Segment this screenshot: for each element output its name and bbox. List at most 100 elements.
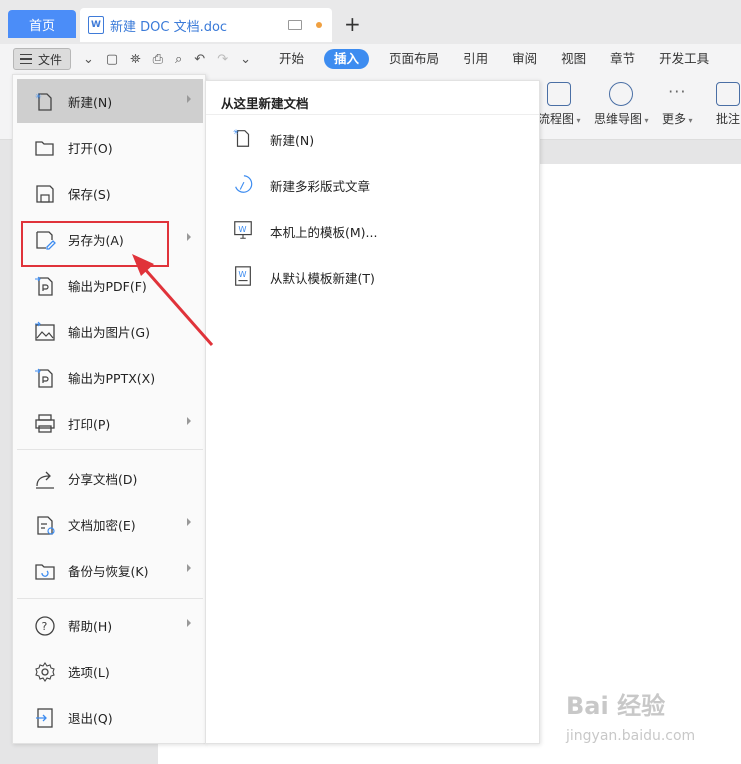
flowchart-label: 流程图 bbox=[538, 112, 575, 126]
submenu-label-local-template: 本机上的模板(M)... bbox=[270, 224, 378, 240]
tab-review[interactable]: 审阅 bbox=[500, 49, 549, 69]
red-arrow-icon bbox=[132, 254, 214, 346]
new-submenu: 从这里新建文档 ✳ 新建(N) 新建多彩版式文章 W 本机上的模板(M)... … bbox=[205, 80, 540, 744]
more-icon: ··· bbox=[668, 82, 687, 101]
svg-text:✳: ✳ bbox=[35, 92, 42, 101]
more-label: 更多 bbox=[662, 112, 687, 126]
local-template-icon: W bbox=[232, 219, 254, 243]
menu-label-new: 新建(N) bbox=[68, 94, 113, 110]
menu-item-new[interactable]: ✳ 新建(N) bbox=[17, 79, 203, 123]
submenu-item-local-template[interactable]: W 本机上的模板(M)... bbox=[232, 216, 377, 246]
backup-icon bbox=[34, 560, 55, 580]
undo-icon[interactable]: ↶ bbox=[194, 52, 205, 67]
print-icon[interactable]: ⎙ bbox=[153, 52, 163, 67]
mindmap-icon bbox=[609, 82, 634, 106]
file-menu: ✳ 新建(N) 打开(O) 保存(S) 另存为(A) 输出为PDF(F) 输出为… bbox=[12, 74, 206, 744]
submenu-item-new[interactable]: ✳ 新建(N) bbox=[232, 124, 314, 154]
help-icon: ? bbox=[34, 615, 55, 636]
submenu-arrow-icon bbox=[187, 95, 191, 103]
print-preview-icon[interactable]: ⌕ bbox=[175, 52, 182, 67]
flowchart-button[interactable]: 流程图 ▾ bbox=[538, 82, 581, 127]
default-template-icon: W bbox=[232, 265, 254, 289]
tab-section[interactable]: 章节 bbox=[598, 49, 647, 69]
colorful-article-icon bbox=[232, 173, 254, 197]
tab-bar: 首页 W 新建 DOC 文档.doc + bbox=[0, 0, 741, 46]
redo-icon[interactable]: ↷ bbox=[217, 52, 228, 67]
tab-view[interactable]: 视图 bbox=[549, 49, 598, 69]
menu-label-export-pptx: 输出为PPTX(X) bbox=[68, 370, 156, 386]
folder-icon bbox=[34, 137, 54, 157]
tab-page-layout[interactable]: 页面布局 bbox=[377, 49, 451, 69]
tab-home[interactable]: 首页 bbox=[8, 10, 76, 38]
submenu-title: 从这里新建文档 bbox=[221, 96, 309, 111]
unsaved-dot-icon bbox=[316, 22, 322, 28]
dropdown-icon[interactable]: ⌄ bbox=[83, 52, 94, 67]
comment-icon bbox=[716, 82, 740, 106]
exit-icon bbox=[34, 707, 54, 728]
svg-text:W: W bbox=[238, 269, 246, 279]
menu-item-save[interactable]: 保存(S) bbox=[17, 171, 203, 215]
gear-icon bbox=[34, 661, 55, 682]
flowchart-icon bbox=[547, 82, 572, 106]
menu-item-encrypt[interactable]: 文档加密(E) bbox=[17, 502, 203, 546]
menu-item-print[interactable]: 打印(P) bbox=[17, 401, 203, 445]
tab-references[interactable]: 引用 bbox=[451, 49, 500, 69]
menu-item-exit[interactable]: 退出(Q) bbox=[17, 695, 203, 739]
submenu-item-default-template[interactable]: W 从默认模板新建(T) bbox=[232, 262, 375, 292]
submenu-arrow-icon bbox=[187, 564, 191, 572]
save-icon bbox=[34, 183, 54, 203]
watermark-logo: Bai 经验 bbox=[566, 692, 666, 720]
menu-label-exit: 退出(Q) bbox=[68, 710, 113, 726]
pdf-icon bbox=[34, 275, 54, 296]
quick-access-bar: ⌄ ▢ ⛯ ⎙ ⌕ ↶ ↷ ⌄ bbox=[77, 52, 257, 67]
menu-divider bbox=[17, 598, 203, 599]
menu-item-options[interactable]: 选项(L) bbox=[17, 649, 203, 693]
submenu-label-colorful-article: 新建多彩版式文章 bbox=[270, 178, 371, 194]
svg-text:W: W bbox=[238, 224, 246, 234]
menu-label-print: 打印(P) bbox=[68, 416, 111, 432]
customize-icon[interactable]: ⌄ bbox=[240, 52, 251, 67]
more-button[interactable]: ··· 更多 ▾ bbox=[662, 82, 693, 127]
print-icon bbox=[34, 413, 55, 433]
tab-insert[interactable]: 插入 bbox=[324, 49, 370, 69]
svg-text:?: ? bbox=[42, 620, 48, 633]
submenu-arrow-icon bbox=[187, 619, 191, 627]
tab-developer[interactable]: 开发工具 bbox=[647, 49, 721, 69]
menu-divider bbox=[17, 449, 203, 450]
submenu-divider bbox=[206, 114, 539, 115]
ribbon-tabs: 开始 插入 页面布局 引用 审阅 视图 章节 开发工具 bbox=[267, 49, 721, 69]
menu-label-help: 帮助(H) bbox=[68, 618, 113, 634]
word-doc-icon: W bbox=[88, 16, 104, 34]
menu-label-encrypt: 文档加密(E) bbox=[68, 517, 136, 533]
mindmap-button[interactable]: 思维导图 ▾ bbox=[594, 82, 649, 127]
tab-document[interactable]: W 新建 DOC 文档.doc bbox=[80, 8, 332, 42]
menu-item-help[interactable]: ? 帮助(H) bbox=[17, 603, 203, 647]
hamburger-icon bbox=[20, 54, 32, 64]
menu-item-backup[interactable]: 备份与恢复(K) bbox=[17, 548, 203, 592]
submenu-arrow-icon bbox=[187, 518, 191, 526]
submenu-arrow-icon bbox=[187, 417, 191, 425]
watermark-url: jingyan.baidu.com bbox=[566, 728, 696, 744]
menu-label-backup: 备份与恢复(K) bbox=[68, 563, 149, 579]
menu-label-share: 分享文档(D) bbox=[68, 471, 138, 487]
menu-item-share[interactable]: 分享文档(D) bbox=[17, 456, 203, 500]
tab-start[interactable]: 开始 bbox=[267, 49, 316, 69]
comment-label: 批注 bbox=[716, 112, 741, 126]
new-doc-icon: ✳ bbox=[34, 91, 54, 111]
submenu-item-colorful-article[interactable]: 新建多彩版式文章 bbox=[232, 170, 370, 200]
menu-item-open[interactable]: 打开(O) bbox=[17, 125, 203, 169]
save-icon[interactable]: ▢ bbox=[106, 52, 118, 67]
new-tab-button[interactable]: + bbox=[344, 12, 361, 36]
submenu-label-new: 新建(N) bbox=[270, 132, 315, 148]
menu-item-export-pptx[interactable]: 输出为PPTX(X) bbox=[17, 355, 203, 399]
menu-label-options: 选项(L) bbox=[68, 664, 110, 680]
comment-button[interactable]: 批注 bbox=[716, 82, 740, 127]
submenu-label-default-template: 从默认模板新建(T) bbox=[270, 270, 375, 286]
monitor-icon[interactable] bbox=[288, 20, 302, 30]
mindmap-label: 思维导图 bbox=[594, 112, 643, 126]
file-menu-button[interactable]: 文件 bbox=[13, 48, 71, 70]
pptx-icon bbox=[34, 367, 54, 388]
svg-text:✳: ✳ bbox=[233, 127, 239, 136]
format-painter-icon[interactable]: ⛯ bbox=[130, 52, 140, 67]
menu-label-save: 保存(S) bbox=[68, 186, 111, 202]
